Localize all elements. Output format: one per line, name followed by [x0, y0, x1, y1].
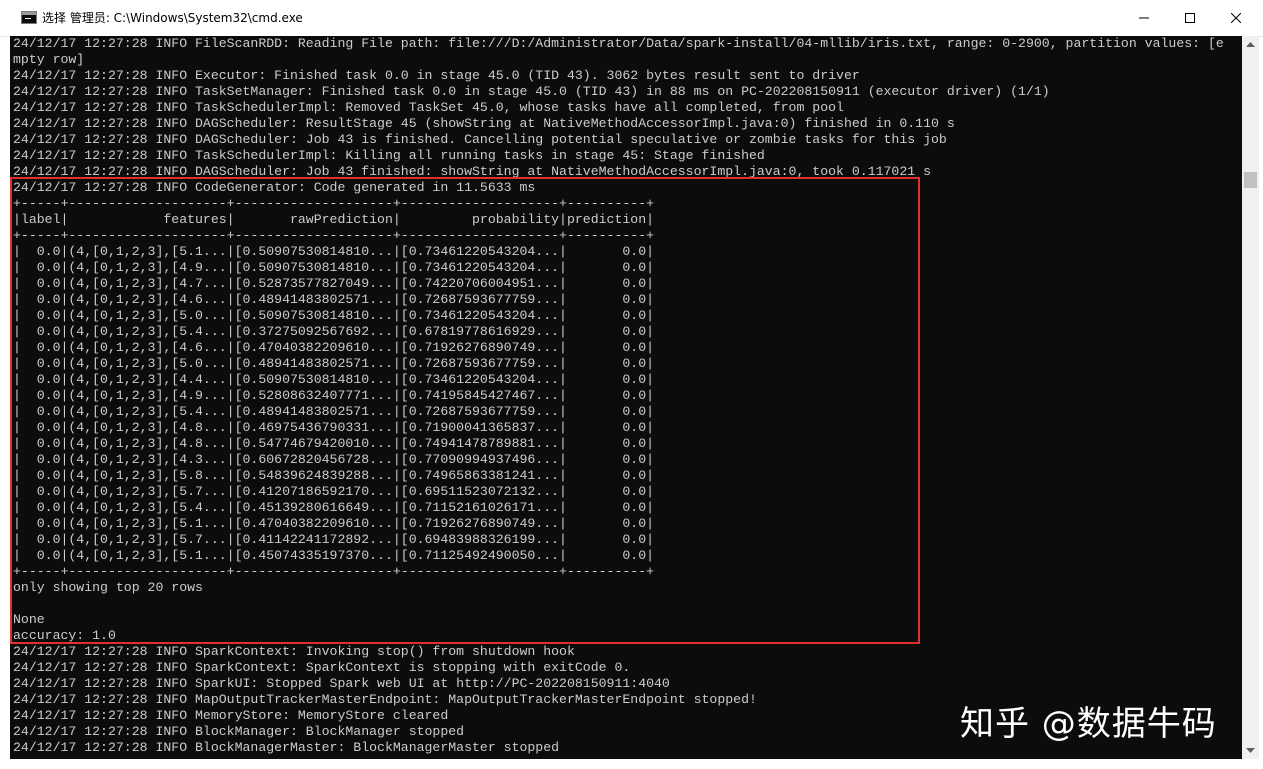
console-line: 24/12/17 12:27:28 INFO CodeGenerator: Co… [13, 180, 536, 195]
console-line: 24/12/17 12:27:28 INFO DAGScheduler: Job… [13, 132, 947, 147]
console-line: | 0.0|(4,[0,1,2,3],[4.7...|[0.5287357782… [13, 276, 655, 291]
console-line: | 0.0|(4,[0,1,2,3],[5.4...|[0.4894148380… [13, 404, 655, 419]
window-title: 选择 管理员: C:\Windows\System32\cmd.exe [42, 11, 303, 25]
console-line: +-----+--------------------+------------… [13, 228, 655, 243]
console-line: +-----+--------------------+------------… [13, 564, 655, 579]
console-line: mpty row] [13, 52, 85, 67]
console-line: 24/12/17 12:27:28 INFO TaskSchedulerImpl… [13, 100, 844, 115]
console-line: |label| features| rawPrediction| probabi… [13, 212, 655, 227]
scroll-up-arrow-icon [1246, 41, 1255, 47]
console-line: | 0.0|(4,[0,1,2,3],[5.7...|[0.4120718659… [13, 484, 655, 499]
console-line: | 0.0|(4,[0,1,2,3],[4.6...|[0.4894148380… [13, 292, 655, 307]
console-line: | 0.0|(4,[0,1,2,3],[4.8...|[0.4697543679… [13, 420, 655, 435]
console-line: 24/12/17 12:27:28 INFO SparkUI: Stopped … [13, 676, 670, 691]
console-line: | 0.0|(4,[0,1,2,3],[4.9...|[0.5280863240… [13, 388, 655, 403]
minimize-button[interactable] [1121, 0, 1167, 36]
close-icon [1231, 13, 1241, 23]
console-line: 24/12/17 12:27:28 INFO TaskSchedulerImpl… [13, 148, 765, 163]
maximize-icon [1185, 13, 1195, 23]
console-line: accuracy: 1.0 [13, 628, 116, 643]
console-line: None [13, 612, 45, 627]
console-line: only showing top 20 rows [13, 580, 203, 595]
scroll-up-button[interactable] [1242, 36, 1259, 53]
maximize-button[interactable] [1167, 0, 1213, 36]
console-line: | 0.0|(4,[0,1,2,3],[5.0...|[0.4894148380… [13, 356, 655, 371]
console-line: 24/12/17 12:27:28 INFO FileScanRDD: Read… [13, 36, 1224, 51]
console-line: +-----+--------------------+------------… [13, 196, 655, 211]
console-line: 24/12/17 12:27:28 INFO Executor: Finishe… [13, 68, 860, 83]
console-output[interactable]: 24/12/17 12:27:28 INFO FileScanRDD: Read… [10, 36, 1242, 759]
scroll-down-button[interactable] [1242, 742, 1259, 759]
console-line: | 0.0|(4,[0,1,2,3],[5.8...|[0.5483962483… [13, 468, 655, 483]
console-line: 24/12/17 12:27:28 INFO DAGScheduler: Job… [13, 164, 931, 179]
console-line: | 0.0|(4,[0,1,2,3],[5.0...|[0.5090753081… [13, 308, 655, 323]
scroll-thumb[interactable] [1244, 172, 1257, 188]
console-line: | 0.0|(4,[0,1,2,3],[4.8...|[0.5477467942… [13, 436, 655, 451]
cmd-icon [21, 11, 37, 24]
watermark: 知乎 @数据牛码 [960, 704, 1217, 744]
window-bottom-edge [0, 759, 1263, 769]
console-line: | 0.0|(4,[0,1,2,3],[4.4...|[0.5090753081… [13, 372, 655, 387]
console-line: | 0.0|(4,[0,1,2,3],[4.3...|[0.6067282045… [13, 452, 655, 467]
console-line: 24/12/17 12:27:28 INFO DAGScheduler: Res… [13, 116, 955, 131]
console-line: 24/12/17 12:27:28 INFO SparkContext: Spa… [13, 660, 631, 675]
console-line: | 0.0|(4,[0,1,2,3],[5.1...|[0.5090753081… [13, 244, 655, 259]
console-line: | 0.0|(4,[0,1,2,3],[5.4...|[0.4513928061… [13, 500, 655, 515]
console-line: | 0.0|(4,[0,1,2,3],[4.6...|[0.4704038220… [13, 340, 655, 355]
console-line: | 0.0|(4,[0,1,2,3],[5.1...|[0.4704038220… [13, 516, 655, 531]
console-line: 24/12/17 12:27:28 INFO TaskSetManager: F… [13, 84, 1050, 99]
close-button[interactable] [1213, 0, 1259, 36]
console-lines: 24/12/17 12:27:28 INFO FileScanRDD: Read… [13, 36, 1224, 756]
title-bar[interactable]: 选择 管理员: C:\Windows\System32\cmd.exe [0, 0, 1263, 37]
console-line: | 0.0|(4,[0,1,2,3],[4.9...|[0.5090753081… [13, 260, 655, 275]
console-line: 24/12/17 12:27:28 INFO SparkContext: Inv… [13, 644, 575, 659]
console-line: | 0.0|(4,[0,1,2,3],[5.4...|[0.3727509256… [13, 324, 655, 339]
console-line: | 0.0|(4,[0,1,2,3],[5.7...|[0.4114224117… [13, 532, 655, 547]
vertical-scrollbar[interactable] [1242, 36, 1259, 759]
scroll-down-arrow-icon [1246, 747, 1255, 753]
console-line: | 0.0|(4,[0,1,2,3],[5.1...|[0.4507433519… [13, 548, 655, 563]
minimize-icon [1139, 17, 1149, 19]
